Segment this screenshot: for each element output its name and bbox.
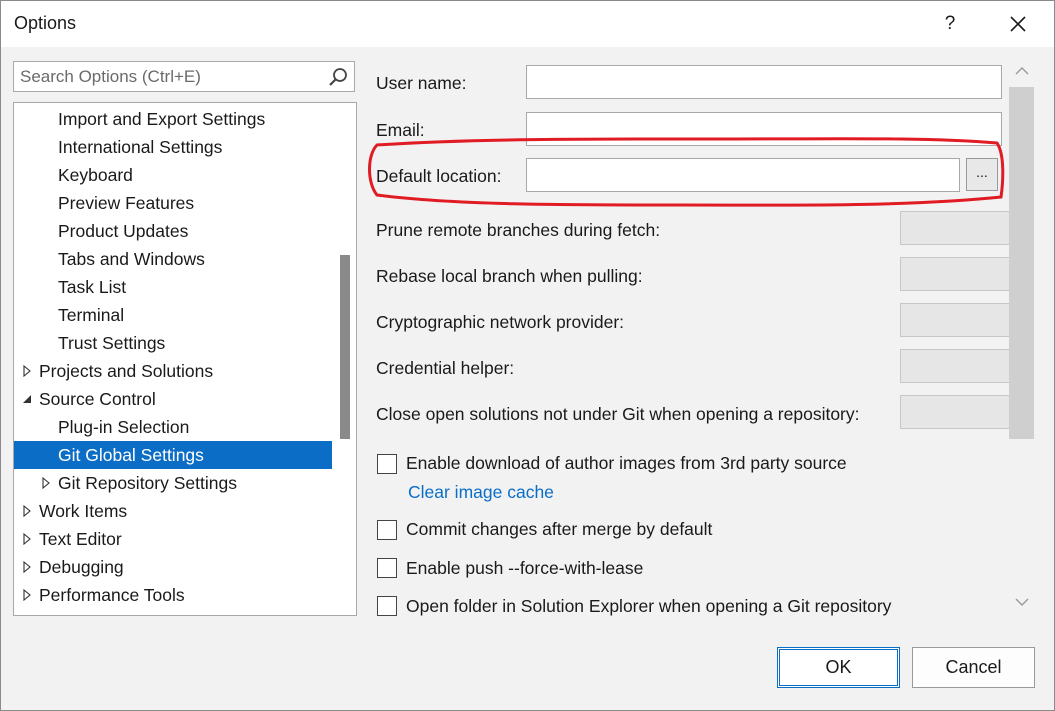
- tree-item-source-control[interactable]: Source Control: [14, 385, 332, 413]
- expand-arrow-icon[interactable]: [21, 533, 33, 545]
- close-button[interactable]: [995, 7, 1041, 41]
- crypto-label: Cryptographic network provider:: [376, 312, 625, 332]
- clear-image-cache-link[interactable]: Clear image cache: [408, 482, 554, 503]
- search-input[interactable]: [20, 65, 320, 89]
- tree-item[interactable]: Product Updates: [14, 217, 332, 245]
- expand-arrow-icon[interactable]: [40, 477, 52, 489]
- search-box: [13, 61, 355, 92]
- options-tree: Import and Export Settings International…: [13, 102, 357, 616]
- tree-item-label: Performance Tools: [39, 585, 185, 605]
- default-location-label: Default location:: [376, 166, 502, 186]
- tree-item-label: Tabs and Windows: [58, 249, 205, 269]
- tree-item[interactable]: Preview Features: [14, 189, 332, 217]
- tree-item-text-editor[interactable]: Text Editor: [14, 525, 332, 553]
- commit-changes-checkbox[interactable]: [377, 520, 397, 540]
- tree-item-label: Text Editor: [39, 529, 122, 549]
- enable-download-checkbox[interactable]: [377, 454, 397, 474]
- ok-button-label: OK: [825, 657, 852, 677]
- close-solutions-label: Close open solutions not under Git when …: [376, 404, 860, 424]
- enable-push-checkbox[interactable]: [377, 558, 397, 578]
- ok-button[interactable]: OK: [777, 647, 900, 688]
- credential-dropdown[interactable]: [900, 349, 1012, 383]
- close-icon: [1010, 16, 1026, 32]
- options-dialog: Options ? Import and Export Settings Int…: [0, 0, 1055, 711]
- commit-changes-label: Commit changes after merge by default: [406, 519, 713, 539]
- tree-item[interactable]: Import and Export Settings: [14, 105, 332, 133]
- dialog-content: Import and Export Settings International…: [1, 47, 1054, 710]
- tree-item-label: Import and Export Settings: [58, 109, 266, 129]
- tree-item-debugging[interactable]: Debugging: [14, 553, 332, 581]
- tree-item-label: Git Repository Settings: [58, 473, 237, 493]
- dialog-title: Options: [14, 13, 77, 33]
- tree-item-label: Plug-in Selection: [58, 417, 190, 437]
- user-name-field[interactable]: [526, 65, 1002, 99]
- tree-item-label: Projects and Solutions: [39, 361, 214, 381]
- settings-scrollbar-thumb[interactable]: [1009, 87, 1034, 439]
- credential-label: Credential helper:: [376, 358, 515, 378]
- crypto-dropdown[interactable]: [900, 303, 1012, 337]
- tree-item-label: Source Control: [39, 389, 156, 409]
- expand-arrow-icon[interactable]: [21, 365, 33, 377]
- cancel-button[interactable]: Cancel: [912, 647, 1035, 688]
- rebase-dropdown[interactable]: [900, 257, 1012, 291]
- tree-item[interactable]: International Settings: [14, 133, 332, 161]
- title-bar: Options ?: [1, 1, 1054, 47]
- enable-download-label: Enable download of author images from 3r…: [406, 453, 847, 473]
- tree-item-projects-and-solutions[interactable]: Projects and Solutions: [14, 357, 332, 385]
- tree-item-label: Work Items: [39, 501, 128, 521]
- close-solutions-dropdown[interactable]: [900, 395, 1012, 429]
- tree-item[interactable]: Tabs and Windows: [14, 245, 332, 273]
- tree-item-label: Debugging: [39, 557, 124, 577]
- tree-item[interactable]: Task List: [14, 273, 332, 301]
- tree-item-label: Task List: [58, 277, 127, 297]
- tree-item[interactable]: Terminal: [14, 301, 332, 329]
- prune-dropdown[interactable]: [900, 211, 1012, 245]
- tree-item[interactable]: Keyboard: [14, 161, 332, 189]
- tree-item[interactable]: Plug-in Selection: [14, 413, 332, 441]
- browse-button[interactable]: ...: [966, 158, 998, 191]
- tree-item-work-items[interactable]: Work Items: [14, 497, 332, 525]
- tree-scrollbar-thumb[interactable]: [340, 255, 350, 439]
- user-name-label: User name:: [376, 73, 467, 93]
- tree-item-label: Preview Features: [58, 193, 195, 213]
- open-folder-checkbox[interactable]: [377, 596, 397, 616]
- collapse-arrow-icon[interactable]: [21, 393, 33, 405]
- tree-list: Import and Export Settings International…: [14, 105, 332, 609]
- tree-item-label: Terminal: [58, 305, 125, 325]
- tree-item-performance-tools[interactable]: Performance Tools: [14, 581, 332, 609]
- help-icon: ?: [944, 13, 956, 34]
- expand-arrow-icon[interactable]: [21, 589, 33, 601]
- expand-arrow-icon[interactable]: [21, 505, 33, 517]
- tree-item-label: Git Global Settings: [58, 445, 204, 465]
- scroll-up-icon[interactable]: [1014, 65, 1030, 77]
- tree-item-git-repository-settings[interactable]: Git Repository Settings: [14, 469, 332, 497]
- tree-item-label: Product Updates: [58, 221, 189, 241]
- expand-arrow-icon[interactable]: [21, 561, 33, 573]
- email-field[interactable]: [526, 112, 1002, 146]
- tree-item[interactable]: Trust Settings: [14, 329, 332, 357]
- tree-item-label: Trust Settings: [58, 333, 166, 353]
- email-label: Email:: [376, 120, 425, 140]
- search-icon[interactable]: [328, 67, 348, 87]
- enable-push-label: Enable push --force-with-lease: [406, 558, 644, 578]
- scroll-down-icon[interactable]: [1014, 596, 1030, 608]
- open-folder-label: Open folder in Solution Explorer when op…: [406, 596, 892, 616]
- prune-label: Prune remote branches during fetch:: [376, 220, 661, 240]
- tree-item-label: Keyboard: [58, 165, 133, 185]
- help-button[interactable]: ?: [929, 7, 971, 41]
- tree-item-git-global-settings[interactable]: Git Global Settings: [14, 441, 332, 469]
- default-location-field[interactable]: [526, 158, 960, 192]
- tree-item-label: International Settings: [58, 137, 223, 157]
- rebase-label: Rebase local branch when pulling:: [376, 266, 643, 286]
